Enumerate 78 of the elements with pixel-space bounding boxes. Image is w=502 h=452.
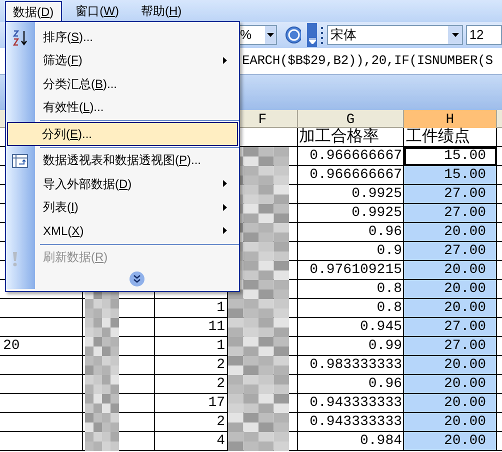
- pixelated-area: [228, 318, 289, 336]
- table-cell-text: 0.96: [368, 222, 402, 242]
- table-cell-text: 0.8: [376, 280, 402, 298]
- menu-item[interactable]: 筛选(F): [36, 48, 238, 72]
- table-cell: 27.00: [404, 318, 497, 337]
- chevron-icon: [308, 38, 316, 44]
- table-cell: 20.00: [404, 280, 497, 299]
- pixelated-area: [85, 374, 119, 394]
- exclamation-icon: [12, 250, 18, 266]
- table-cell: 20.00: [404, 394, 497, 413]
- table-cell-text: 0.8: [376, 298, 402, 318]
- table-cell: 15.00: [404, 166, 497, 185]
- caret-icon: [452, 33, 459, 37]
- table-cell: 20.00: [404, 432, 497, 451]
- caret-icon: [267, 33, 274, 37]
- submenu-arrow-icon: [223, 56, 227, 64]
- menu-item[interactable]: 分类汇总(B)...: [36, 72, 238, 96]
- pixelated-area: [85, 432, 119, 450]
- table-cell: 27.00: [404, 204, 497, 223]
- pixelated-area: [228, 394, 289, 412]
- table-cell: 20: [0, 337, 83, 356]
- pixelated-area: [85, 318, 119, 336]
- table-cell: 27.00: [404, 337, 497, 356]
- pixelated-area: [85, 336, 119, 356]
- pixelated-area: [85, 412, 119, 432]
- table-cell: 20.00: [404, 356, 497, 375]
- submenu-arrow-icon: [223, 204, 227, 211]
- table-cell: 工件绩点: [404, 128, 497, 147]
- zoom-dropdown[interactable]: %: [238, 25, 278, 45]
- font-size-dropdown[interactable]: 12: [466, 25, 502, 45]
- menu-title[interactable]: 窗口(W): [68, 0, 127, 22]
- menu-title[interactable]: 帮助(H): [133, 0, 190, 22]
- formula-text[interactable]: EARCH($B$29,B2)),20,IF(ISNUMBER(S: [242, 51, 493, 71]
- table-cell-text: 0.976109215: [310, 260, 402, 280]
- table-cell-text: 0.943333333: [310, 412, 402, 432]
- table-cell: 20.00: [404, 375, 497, 394]
- menu-item[interactable]: XML(X): [36, 219, 238, 242]
- table-cell: 20.00: [404, 299, 497, 318]
- submenu-arrow-icon: [223, 227, 227, 234]
- table-cell: 27.00: [404, 242, 497, 261]
- table-cell-text: 0.96: [368, 374, 402, 394]
- table-cell: 15.00: [404, 147, 497, 166]
- table-cell-text: 0.9: [376, 242, 402, 260]
- table-cell: 20.00: [404, 413, 497, 432]
- pixelated-area: [228, 356, 289, 374]
- table-cell-text: 0.9925: [352, 184, 402, 204]
- menu-item[interactable]: 排序(S)...: [36, 25, 238, 48]
- pixelated-area: [228, 412, 289, 432]
- help-icon[interactable]: [285, 26, 302, 44]
- toolbar-options-button[interactable]: [307, 23, 317, 47]
- table-cell-text: 0.9925: [352, 204, 402, 222]
- table-cell-text: 0.99: [368, 336, 402, 356]
- table-cell-text: 0.983333333: [310, 356, 402, 374]
- pixelated-area: [228, 374, 289, 394]
- table-cell: 20.00: [404, 223, 497, 242]
- table-cell-text: 0.945: [360, 318, 402, 336]
- menu-title[interactable]: 数据(D): [5, 0, 62, 22]
- pixelated-area: [228, 432, 289, 450]
- menu-item[interactable]: 数据透视表和数据透视图(P)...: [36, 148, 238, 172]
- menu-item[interactable]: 分列(E)...: [7, 122, 238, 146]
- table-cell: 20.00: [404, 261, 497, 280]
- table-cell: 27.00: [404, 185, 497, 204]
- table-cell-text: 0.943333333: [310, 394, 402, 412]
- pixelated-area: [85, 356, 119, 374]
- menu-item[interactable]: 列表(I): [36, 196, 238, 219]
- expand-icon[interactable]: [129, 271, 145, 287]
- table-icon: [12, 154, 28, 168]
- sort-icon: [12, 30, 30, 46]
- pixelated-area: [228, 298, 289, 318]
- font-dropdown[interactable]: 宋体: [326, 25, 464, 45]
- pixelated-area: [85, 394, 119, 412]
- table-cell-text: 0.966666667: [310, 146, 402, 166]
- table-cell-text: 0.966666667: [310, 166, 402, 184]
- pixelated-area: [228, 336, 289, 356]
- menu-item[interactable]: 导入外部数据(D): [36, 172, 238, 196]
- submenu-arrow-icon: [223, 180, 227, 188]
- grip-icon[interactable]: [320, 26, 324, 44]
- table-cell-text: 0.984: [360, 432, 402, 450]
